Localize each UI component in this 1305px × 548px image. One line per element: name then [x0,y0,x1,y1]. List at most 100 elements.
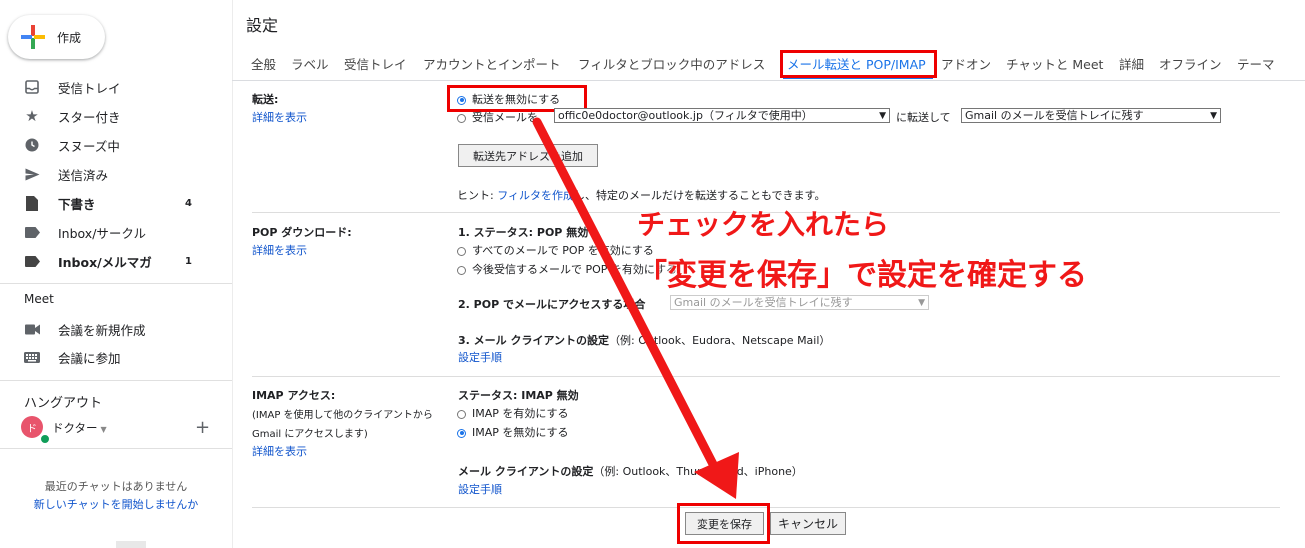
sidebar: 作成 受信トレイ ★ スター付き スヌーズ中 送信済み 下書き 4 Inbox/… [0,0,232,548]
imap-disable-option[interactable]: IMAP を無効にする [457,424,569,440]
sidebar-item-label: 受信トレイ [58,80,121,96]
annotation-line-2: 「変更を保存」で設定を確定する [637,258,1087,293]
label-icon [24,253,40,269]
imap-enable-label: IMAP を有効にする [472,407,569,420]
compose-button[interactable]: 作成 [8,15,105,59]
bottom-tab-icon[interactable] [116,541,146,548]
compose-label: 作成 [57,30,82,45]
unread-count: 4 [185,197,192,209]
chevron-down-icon: ▼ [1210,111,1217,121]
pop-access-select[interactable]: Gmail のメールを受信トレイに残す ▼ [670,295,929,310]
sidebar-item-label: スヌーズ中 [58,138,120,154]
imap-setup-link[interactable]: 設定手順 [458,481,502,497]
sidebar-item-label: Inbox/サークル [58,225,147,241]
online-status-dot [39,433,51,445]
imap-label: IMAP アクセス: [252,389,336,402]
sidebar-item-inbox[interactable]: 受信トレイ [0,74,232,100]
no-chats-text: 最近のチャットはありません [44,480,188,493]
cancel-button[interactable]: キャンセル [770,512,846,535]
star-icon: ★ [25,107,39,125]
tab-chat-meet[interactable]: チャットと Meet [1006,54,1103,73]
page-title: 設定 [246,16,279,35]
pop-details-link[interactable]: 詳細を表示 [252,242,307,258]
hint-suffix: し、特定のメールだけを転送することもできます。 [573,189,826,202]
create-filter-link[interactable]: フィルタを作成 [497,189,574,202]
inbox-icon [24,79,40,95]
pop-client-settings: 3. メール クライアントの設定（例: Outlook、Eudora、Netsc… [458,332,830,348]
imap-sublabel-2: Gmail にアクセスします) [252,429,368,440]
pop-client-example: （例: Outlook、Eudora、Netscape Mail） [609,334,831,347]
imap-client-example: （例: Outlook、Thunderbird、iPhone） [593,465,803,478]
forward-address-value: offic0e0doctor@outlook.jp（フィルタで使用中） [558,109,813,122]
pop-setup-link[interactable]: 設定手順 [458,349,502,365]
sidebar-item-inbox-circle[interactable]: Inbox/サークル [0,219,232,245]
join-meeting-label: 会議に参加 [58,350,121,366]
divider [0,380,232,381]
pop-access-label: 2. POP でメールにアクセスする場合 [458,298,646,311]
forwarding-details-link[interactable]: 詳細を表示 [252,109,307,125]
tab-themes[interactable]: テーマ [1237,54,1275,73]
divider [0,448,232,449]
tab-offline[interactable]: オフライン [1159,54,1222,73]
sidebar-item-drafts[interactable]: 下書き 4 [0,190,232,216]
tab-labels[interactable]: ラベル [291,54,329,73]
pop-option-all[interactable]: すべてのメールで POP を有効にする [457,242,654,258]
draft-icon [24,195,40,211]
radio-unselected[interactable] [457,113,466,123]
sidebar-item-starred[interactable]: ★ スター付き [0,103,232,129]
pop-access-value: Gmail のメールを受信トレイに残す [674,296,853,309]
sidebar-item-sent[interactable]: 送信済み [0,161,232,187]
tab-inbox[interactable]: 受信トレイ [344,54,407,73]
keyboard-icon [24,349,40,365]
imap-status: ステータス: IMAP 無効 [458,389,579,402]
new-meeting-label: 会議を新規作成 [58,322,146,338]
forwarding-prefix: 受信メールを [472,111,538,124]
radio-unselected[interactable] [457,246,466,256]
annotation-line-1: チェックを入れたら [637,208,890,241]
tab-addons[interactable]: アドオン [941,54,991,73]
plus-icon [21,25,45,49]
hangouts-heading: ハングアウト [24,396,103,411]
sidebar-item-label: 送信済み [58,167,109,183]
chevron-down-icon: ▼ [100,425,107,434]
new-meeting-button[interactable]: 会議を新規作成 [0,316,232,342]
highlight-box-save [677,503,770,544]
video-icon [24,321,40,337]
highlight-box-tab [780,50,937,78]
unread-count: 1 [185,255,192,267]
send-icon [24,166,40,182]
start-chat-link[interactable]: 新しいチャットを開始しませんか [0,496,232,512]
forward-middle-text: に転送して [896,111,951,124]
pop-client-label: 3. メール クライアントの設定 [458,334,610,347]
chevron-down-icon: ▼ [879,111,886,121]
section-divider [252,376,1280,377]
imap-sublabel-1: (IMAP を使用して他のクライアントから [252,410,433,421]
tab-accounts[interactable]: アカウントとインポート [423,54,561,73]
add-chat-icon[interactable]: + [195,417,210,438]
sidebar-item-label: Inbox/メルマガ [58,254,152,270]
pop-label: POP ダウンロード: [252,226,352,239]
imap-client-label: メール クライアントの設定 [458,465,594,478]
sidebar-item-inbox-mailmag[interactable]: Inbox/メルマガ 1 [0,248,232,274]
forward-address-select[interactable]: offic0e0doctor@outlook.jp（フィルタで使用中） ▼ [554,108,890,123]
pop-status: 1. ステータス: POP 無効 [458,226,589,239]
forward-action-select[interactable]: Gmail のメールを受信トレイに残す ▼ [961,108,1221,123]
tab-general[interactable]: 全般 [251,54,276,73]
sidebar-item-snoozed[interactable]: スヌーズ中 [0,132,232,158]
tab-advanced[interactable]: 詳細 [1119,54,1144,73]
forwarding-enable-option[interactable]: 受信メールを [457,109,538,125]
imap-details-link[interactable]: 詳細を表示 [252,443,307,459]
radio-unselected[interactable] [457,409,466,419]
join-meeting-button[interactable]: 会議に参加 [0,344,232,370]
radio-unselected[interactable] [457,265,466,275]
add-forward-address-button[interactable]: 転送先アドレスを追加 [458,144,598,167]
imap-enable-option[interactable]: IMAP を有効にする [457,405,569,421]
label-icon [24,224,40,240]
clock-icon [24,137,40,153]
forwarding-hint: ヒント: フィルタを作成し、特定のメールだけを転送することもできます。 [457,187,825,203]
hangouts-user[interactable]: ドクター ▼ [52,420,107,436]
forward-action-value: Gmail のメールを受信トレイに残す [965,109,1144,122]
tab-filters[interactable]: フィルタとブロック中のアドレス [578,54,765,73]
radio-selected[interactable] [457,428,466,438]
hint-prefix: ヒント: [457,189,498,202]
